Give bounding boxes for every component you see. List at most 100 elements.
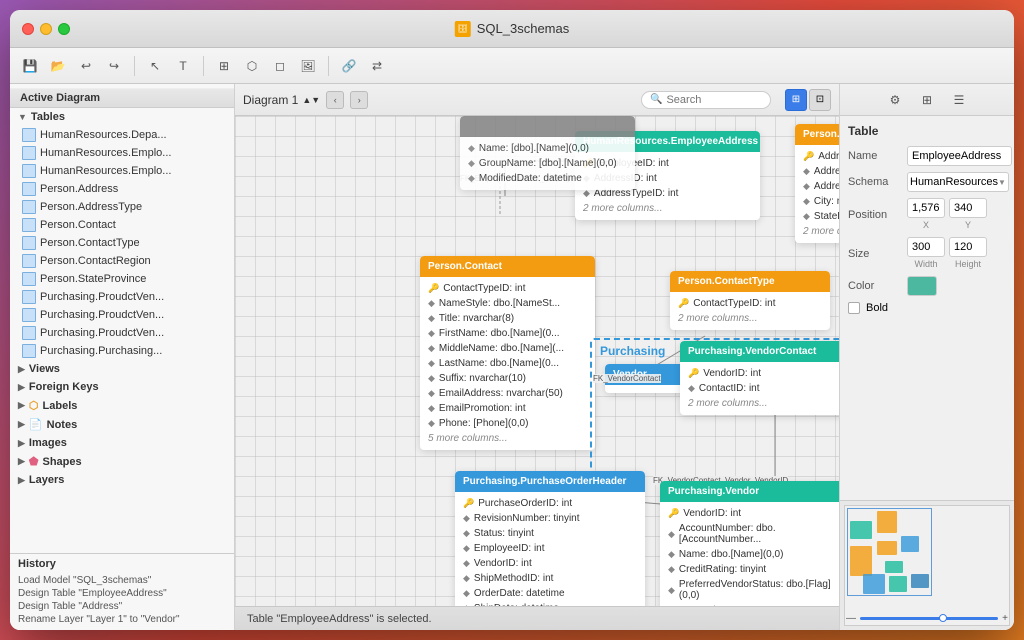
mini-table-8 (889, 576, 907, 592)
bold-label: Bold (866, 302, 888, 314)
history-item-2[interactable]: Design Table "Address" (18, 600, 226, 613)
undo-button[interactable]: ↩ (74, 54, 98, 78)
grid-view-button[interactable]: ⊞ (785, 89, 807, 111)
sidebar-item-table-3[interactable]: Person.Address (10, 180, 234, 198)
text-button[interactable]: T (171, 54, 195, 78)
images-section[interactable]: ▶ Images (10, 434, 234, 452)
zoom-slider[interactable] (860, 617, 998, 620)
table-row: ◆CreditRating: tinyint (660, 562, 839, 577)
sidebar-item-table-2[interactable]: HumanResources.Emplo... (10, 162, 234, 180)
name-input[interactable] (907, 146, 1012, 166)
canvas[interactable]: FK_EmployeeAddress_Employee_EmployeeID H… (235, 116, 839, 606)
table-icon (22, 128, 36, 142)
diagram-name: Diagram 1 ▲▼ (243, 93, 320, 107)
history-item-1[interactable]: Design Table "EmployeeAddress" (18, 587, 226, 600)
image-button[interactable]: 🖼 (296, 54, 320, 78)
prev-diagram-button[interactable]: ‹ (326, 91, 344, 109)
table-row: 🔑ContactTypeID: int (670, 296, 830, 311)
sidebar-item-table-11[interactable]: Purchasing.ProudctVen... (10, 324, 234, 342)
close-button[interactable] (22, 23, 34, 35)
y-label: Y (949, 219, 987, 231)
bold-checkbox[interactable] (848, 302, 860, 314)
y-input[interactable] (949, 198, 987, 218)
layers-section[interactable]: ▶ Layers (10, 471, 234, 489)
history-item-0[interactable]: Load Model "SQL_3schemas" (18, 574, 226, 587)
link-button[interactable]: 🔗 (337, 54, 361, 78)
sidebar-item-table-10[interactable]: Purchasing.ProudctVen... (10, 306, 234, 324)
zoom-out-icon[interactable]: — (846, 613, 856, 624)
zoom-in-icon[interactable]: + (1002, 613, 1008, 624)
width-input[interactable] (907, 237, 945, 257)
schema-select[interactable]: HumanResources ▼ (907, 172, 1009, 192)
table-tab[interactable]: ⊞ (917, 90, 937, 110)
shape-button[interactable]: ◻ (268, 54, 292, 78)
sidebar-item-table-8[interactable]: Person.StateProvince (10, 270, 234, 288)
table-purchasing-vendor[interactable]: Purchasing.Vendor 🔑VendorID: int ◆Accoun… (660, 481, 839, 606)
prop-bold-row: Bold (848, 302, 1006, 314)
notes-section[interactable]: ▶ 📄 Notes (10, 415, 234, 434)
layers-label: Layers (29, 474, 64, 486)
prop-name-row: Name (848, 146, 1006, 166)
fk-section[interactable]: ▶ Foreign Keys (10, 378, 234, 396)
sidebar-item-table-9[interactable]: Purchasing.ProudctVen... (10, 288, 234, 306)
fit-view-button[interactable]: ⊡ (809, 89, 831, 111)
sidebar-item-table-7[interactable]: Person.ContactRegion (10, 252, 234, 270)
save-button[interactable]: 💾 (18, 54, 42, 78)
table-row: ◆Status: tinyint (455, 526, 645, 541)
sidebar-item-table-6[interactable]: Person.ContactType (10, 234, 234, 252)
redo-button[interactable]: ↪ (102, 54, 126, 78)
labels-section[interactable]: ▶ ⬡ Labels (10, 396, 234, 415)
properties-tab[interactable]: ⚙ (885, 90, 905, 110)
table-row: ◆AddressLine1: nvarchar... (795, 164, 839, 179)
columns-tab[interactable]: ☰ (949, 90, 969, 110)
table-row: 🔑VendorID: int (660, 506, 839, 521)
chevron-icon: ▶ (18, 475, 25, 486)
table-body-partial: ◆Name: [dbo].[Name](0,0) ◆GroupName: [db… (460, 137, 635, 190)
sidebar-item-table-5[interactable]: Person.Contact (10, 216, 234, 234)
tables-section[interactable]: ▼ Tables (10, 108, 234, 126)
table-icon (22, 308, 36, 322)
zoom-controls: — + (840, 611, 1014, 626)
prop-size-row: Size Width Height (848, 237, 1006, 270)
history-panel: History Load Model "SQL_3schemas" Design… (10, 553, 234, 630)
table-contact-type[interactable]: Person.ContactType 🔑ContactTypeID: int 2… (670, 271, 830, 330)
history-item-3[interactable]: Rename Layer "Layer 1" to "Vendor" (18, 613, 226, 626)
table-row: ◆AccountNumber: dbo.[AccountNumber... (660, 521, 839, 547)
mini-table-1 (850, 521, 872, 539)
table-icon (22, 164, 36, 178)
x-input[interactable] (907, 198, 945, 218)
statusbar: Table "EmployeeAddress" is selected. (235, 606, 839, 630)
pointer-button[interactable]: ↖ (143, 54, 167, 78)
sidebar-item-table-1[interactable]: HumanResources.Emplo... (10, 144, 234, 162)
shapes-section[interactable]: ▶ ⬟ Shapes (10, 452, 234, 471)
views-section[interactable]: ▶ Views (10, 360, 234, 378)
color-swatch[interactable] (907, 276, 937, 296)
mini-table-2 (877, 511, 897, 533)
purchasing-group-title: Purchasing (600, 344, 665, 358)
relation-button[interactable]: ⇄ (365, 54, 389, 78)
table-person-contact[interactable]: Person.Contact 🔑ContactTypeID: int ◆Name… (420, 256, 595, 450)
sidebar-item-table-0[interactable]: HumanResources.Depa... (10, 126, 234, 144)
table-row: ◆Title: nvarchar(8) (420, 311, 595, 326)
sidebar-item-table-4[interactable]: Person.AddressType (10, 198, 234, 216)
table-purchase-order[interactable]: Purchasing.PurchaseOrderHeader 🔑Purchase… (455, 471, 645, 606)
diagram-button[interactable]: ⬡ (240, 54, 264, 78)
search-icon: 🔍 (650, 94, 662, 105)
prop-section-title: Table (848, 124, 1006, 138)
next-diagram-button[interactable]: › (350, 91, 368, 109)
search-input[interactable] (666, 94, 766, 106)
chevron-icon: ▶ (18, 400, 25, 411)
sidebar-item-table-12[interactable]: Purchasing.Purchasing... (10, 342, 234, 360)
table-icon (22, 290, 36, 304)
table-partial-top[interactable]: ◆Name: [dbo].[Name](0,0) ◆GroupName: [db… (460, 116, 635, 190)
table-vendor-contact[interactable]: Purchasing.VendorContact 🔑VendorID: int … (680, 341, 839, 415)
table-button[interactable]: ⊞ (212, 54, 236, 78)
height-input[interactable] (949, 237, 987, 257)
x-label: X (907, 219, 945, 231)
maximize-button[interactable] (58, 23, 70, 35)
minimize-button[interactable] (40, 23, 52, 35)
table-row: ◆MiddleName: dbo.[Name](... (420, 341, 595, 356)
table-header-pc: Person.Contact (420, 256, 595, 277)
open-button[interactable]: 📂 (46, 54, 70, 78)
table-person-address[interactable]: Person.Address 🔑AddressID: int ◆AddressL… (795, 124, 839, 243)
